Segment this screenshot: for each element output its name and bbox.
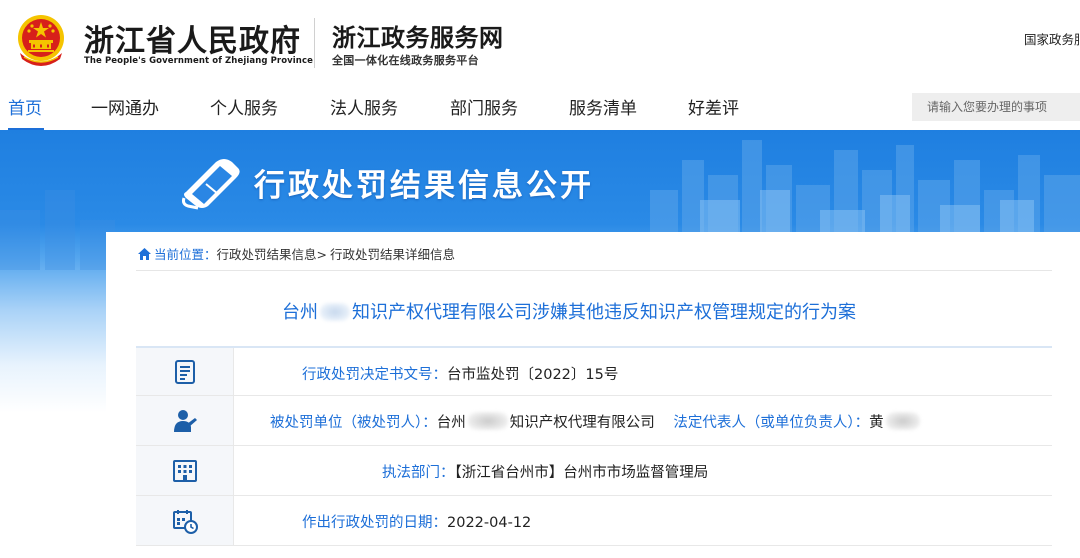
icon-cell: [136, 446, 234, 495]
nav-item-corporate[interactable]: 法人服务: [330, 94, 398, 119]
info-row-decision-number: 行政处罚决定书文号：台市监处罚〔2022〕15号: [136, 346, 1052, 396]
icon-cell: [136, 396, 234, 445]
breadcrumb-item-detail: 行政处罚结果详细信息: [330, 247, 456, 262]
decision-number-field: 行政处罚决定书文号：台市监处罚〔2022〕15号: [302, 363, 618, 384]
penalized-party-value-prefix: 台州: [436, 415, 466, 431]
info-row-decision-date: 作出行政处罚的日期：2022-04-12: [136, 496, 1052, 546]
case-title: 台州 知识产权代理有限公司涉嫌其他违反知识产权管理规定的行为案: [282, 298, 856, 324]
redaction-blur: [885, 412, 920, 430]
home-icon: [138, 247, 151, 260]
nav-item-rating[interactable]: 好差评: [688, 94, 739, 119]
gov-name: 浙江省人民政府: [84, 24, 301, 59]
icon-cell: [136, 348, 234, 395]
decision-number-label: 行政处罚决定书文号：: [302, 367, 447, 383]
service-site-name[interactable]: 浙江政务服务网: [332, 18, 504, 53]
info-row-penalized-party: 被处罚单位（被处罚人）：台州 知识产权代理有限公司 法定代表人（或单位负责人）：黄: [136, 396, 1052, 446]
penalized-party-field: 被处罚单位（被处罚人）：台州 知识产权代理有限公司 法定代表人（或单位负责人）：黄: [270, 411, 922, 432]
redaction-blur: [320, 303, 350, 321]
legal-rep-value-prefix: 黄: [869, 415, 884, 431]
national-emblem-icon: [18, 15, 64, 66]
decision-date-field: 作出行政处罚的日期：2022-04-12: [302, 511, 531, 532]
main-nav: 首页 一网通办 个人服务 法人服务 部门服务 服务清单 好差评: [0, 80, 1080, 130]
breadcrumb-divider: [136, 270, 1052, 271]
site-header: 浙江省人民政府 The People's Government of Zheji…: [0, 0, 1080, 80]
document-list-icon: [174, 359, 195, 384]
decision-date-label: 作出行政处罚的日期：: [302, 515, 447, 531]
enforcement-dept-field: 执法部门：【浙江省台州市】台州市市场监督管理局: [382, 461, 708, 482]
banner-title: 行政处罚结果信息公开: [254, 168, 594, 204]
search-input[interactable]: [912, 93, 1080, 121]
national-service-link[interactable]: 国家政务服: [1024, 29, 1080, 48]
nav-item-personal[interactable]: 个人服务: [210, 94, 278, 119]
penalized-party-value-suffix: 知识产权代理有限公司: [509, 415, 655, 431]
icon-cell: [136, 496, 234, 545]
decision-date-value: 2022-04-12: [447, 515, 532, 531]
legal-rep-label: 法定代表人（或单位负责人）：: [673, 415, 870, 431]
case-title-prefix: 台州: [282, 302, 318, 323]
decision-number-value: 台市监处罚〔2022〕15号: [447, 367, 619, 383]
gov-name-en: The People's Government of Zhejiang Prov…: [84, 56, 313, 66]
penalized-party-label: 被处罚单位（被处罚人）：: [270, 415, 437, 431]
calendar-clock-icon: [172, 509, 198, 534]
service-site-subtitle: 全国一体化在线政务服务平台: [332, 54, 479, 67]
breadcrumb-label: 当前位置：: [154, 247, 217, 262]
case-title-suffix: 知识产权代理有限公司涉嫌其他违反知识产权管理规定的行为案: [352, 302, 856, 323]
nav-item-service-list[interactable]: 服务清单: [569, 94, 637, 119]
nav-item-home[interactable]: 首页: [8, 94, 42, 119]
detail-card: 当前位置： 行政处罚结果信息> 行政处罚结果详细信息 台州 知识产权代理有限公司涉…: [106, 232, 1080, 558]
breadcrumb-item-result-info[interactable]: 行政处罚结果信息>: [217, 244, 327, 263]
info-table: 行政处罚决定书文号：台市监处罚〔2022〕15号 被处罚单位（被处罚人）：台州 知…: [136, 346, 1052, 546]
breadcrumb: 当前位置： 行政处罚结果信息> 行政处罚结果详细信息: [138, 244, 455, 263]
enforcement-dept-label: 执法部门：: [382, 465, 455, 481]
redaction-blur: [467, 412, 508, 430]
building-icon: [172, 459, 197, 482]
book-icon: [182, 159, 240, 210]
person-icon: [173, 409, 197, 432]
enforcement-dept-value: 【浙江省台州市】台州市市场监督管理局: [454, 465, 709, 481]
nav-item-department[interactable]: 部门服务: [450, 94, 518, 119]
nav-item-one-stop[interactable]: 一网通办: [91, 94, 159, 119]
header-divider: [314, 18, 315, 68]
info-row-enforcement-dept: 执法部门：【浙江省台州市】台州市市场监督管理局: [136, 446, 1052, 496]
